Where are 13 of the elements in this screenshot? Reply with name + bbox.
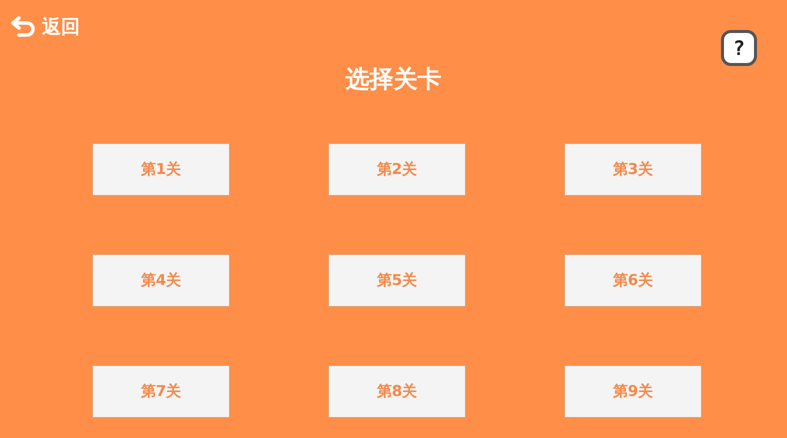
level-button[interactable]: 第3关 — [564, 143, 702, 196]
level-button[interactable]: 第8关 — [328, 365, 466, 418]
back-arrow-icon — [10, 16, 36, 38]
page-title: 选择关卡 — [344, 64, 442, 95]
level-button[interactable]: 第7关 — [92, 365, 230, 418]
level-button[interactable]: 第4关 — [92, 254, 230, 307]
back-button[interactable]: 返回 — [10, 14, 80, 40]
help-button[interactable]: ? — [721, 30, 757, 66]
level-button[interactable]: 第2关 — [328, 143, 466, 196]
level-button[interactable]: 第6关 — [564, 254, 702, 307]
level-button[interactable]: 第1关 — [92, 143, 230, 196]
level-button[interactable]: 第5关 — [328, 254, 466, 307]
level-button[interactable]: 第9关 — [564, 365, 702, 418]
